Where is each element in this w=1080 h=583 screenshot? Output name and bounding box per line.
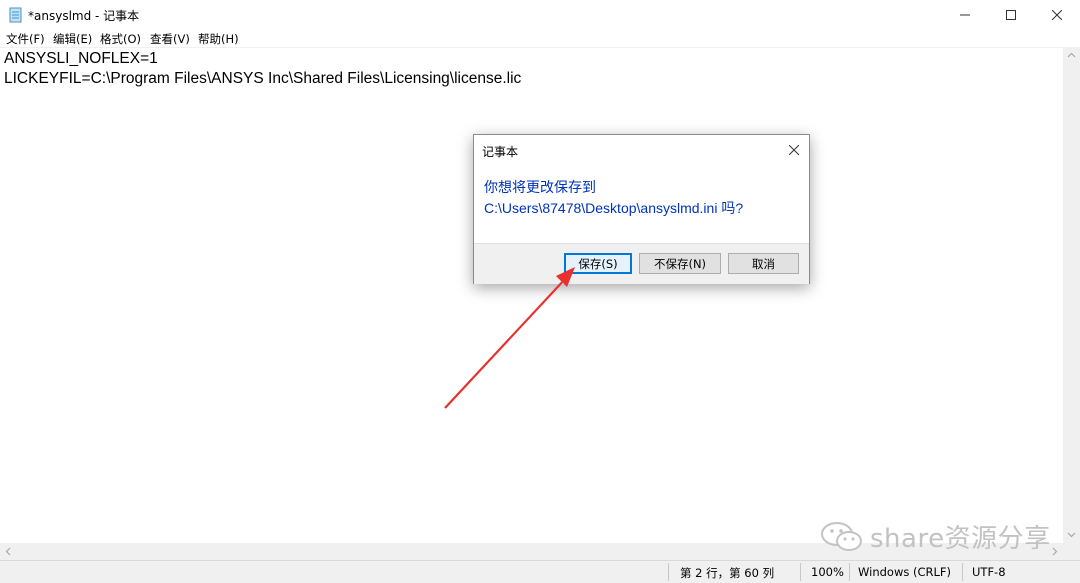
watermark: share资源分享 (820, 518, 1051, 555)
arrow-head (556, 267, 575, 287)
arrow-shaft (444, 277, 567, 409)
wechat-icon (821, 521, 862, 551)
annotation-arrow (444, 267, 575, 409)
watermark-text: share资源分享 (870, 524, 1051, 554)
